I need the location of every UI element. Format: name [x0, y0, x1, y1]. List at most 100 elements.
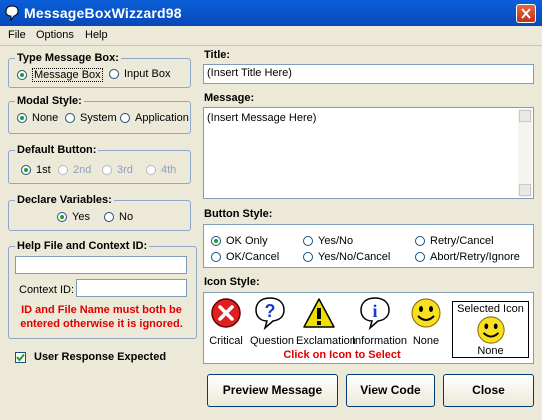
- context-id-input[interactable]: [76, 279, 187, 297]
- radio-label: 3rd: [117, 164, 133, 176]
- svg-text:i: i: [372, 301, 377, 321]
- title-input[interactable]: (Insert Title Here): [203, 64, 534, 84]
- radio-dot[interactable]: [65, 113, 75, 123]
- radio-dot[interactable]: [146, 165, 156, 175]
- icon-caption: None: [412, 335, 440, 347]
- radio-input-box[interactable]: Input Box: [109, 68, 170, 80]
- radio-btn-abort-retry-ignore[interactable]: Abort/Retry/Ignore: [415, 251, 520, 263]
- selected-icon-title: Selected Icon: [457, 303, 524, 315]
- radio-modal-none[interactable]: None: [17, 112, 58, 124]
- preview-message-button[interactable]: Preview Message: [207, 374, 338, 407]
- radio-label: OK/Cancel: [226, 251, 280, 263]
- icon-caption: Information: [352, 335, 408, 347]
- radio-btn-ok-cancel[interactable]: OK/Cancel: [211, 251, 279, 263]
- radio-default-4th[interactable]: 4th: [146, 164, 176, 176]
- svg-text:?: ?: [265, 301, 276, 321]
- default-button-legend: Default Button:: [15, 144, 99, 156]
- radio-dot[interactable]: [120, 113, 130, 123]
- scroll-up-button[interactable]: [519, 110, 531, 122]
- user-response-checkbox[interactable]: User Response Expected: [15, 351, 166, 363]
- radio-default-1st[interactable]: 1st: [21, 164, 51, 176]
- message-field-label: Message:: [204, 92, 255, 104]
- radio-label: Application: [135, 112, 189, 124]
- radio-modal-system[interactable]: System: [65, 112, 117, 124]
- radio-declare-yes[interactable]: Yes: [57, 211, 90, 223]
- help-file-input[interactable]: [15, 256, 187, 274]
- radio-default-2nd[interactable]: 2nd: [58, 164, 91, 176]
- icon-caption: Critical: [209, 335, 243, 347]
- menu-help[interactable]: Help: [85, 29, 108, 41]
- icon-option-exclamation[interactable]: Exclamation: [296, 296, 356, 348]
- radio-dot[interactable]: [211, 236, 221, 246]
- radio-dot[interactable]: [303, 252, 313, 262]
- icon-style-label: Icon Style:: [204, 276, 260, 288]
- radio-label: No: [119, 211, 134, 223]
- radio-dot[interactable]: [109, 69, 119, 79]
- information-icon: i: [360, 297, 390, 330]
- radio-dot[interactable]: [17, 113, 27, 123]
- exclamation-icon: [303, 298, 335, 328]
- radio-dot[interactable]: [415, 252, 425, 262]
- radio-label: 1st: [36, 164, 51, 176]
- critical-icon: [211, 298, 241, 328]
- menu-options[interactable]: Options: [36, 29, 74, 41]
- message-scrollbar[interactable]: [518, 109, 532, 197]
- radio-label: Message Box: [32, 68, 103, 82]
- radio-dot[interactable]: [211, 252, 221, 262]
- radio-declare-no[interactable]: No: [104, 211, 133, 223]
- selected-icon-caption: None: [477, 345, 504, 357]
- radio-label: OK Only: [226, 235, 268, 247]
- icon-option-question[interactable]: ? Question: [250, 296, 295, 348]
- radio-dot[interactable]: [102, 165, 112, 175]
- radio-btn-retry-cancel[interactable]: Retry/Cancel: [415, 235, 494, 247]
- smiley-icon: [411, 298, 441, 328]
- window-close-button[interactable]: [516, 4, 536, 23]
- radio-dot[interactable]: [21, 165, 31, 175]
- title-field-label: Title:: [204, 49, 231, 61]
- close-button[interactable]: Close: [443, 374, 534, 407]
- radio-dot[interactable]: [415, 236, 425, 246]
- radio-dot[interactable]: [58, 165, 68, 175]
- checkmark-icon: [16, 353, 25, 362]
- radio-label: System: [80, 112, 117, 124]
- message-text: (Insert Message Here): [207, 112, 317, 124]
- radio-label: Yes/No: [318, 235, 354, 247]
- window-title: MessageBoxWizzard98: [24, 5, 182, 21]
- user-response-label: User Response Expected: [34, 351, 167, 363]
- radio-default-3rd[interactable]: 3rd: [102, 164, 133, 176]
- menu-bar: File Options Help: [0, 26, 542, 46]
- radio-label: 2nd: [73, 164, 92, 176]
- title-bar[interactable]: MessageBoxWizzard98: [0, 0, 542, 26]
- icon-caption: Exclamation: [296, 335, 356, 347]
- checkbox-box[interactable]: [15, 351, 26, 363]
- icon-option-none[interactable]: None: [406, 296, 446, 348]
- radio-dot[interactable]: [303, 236, 313, 246]
- icon-option-information[interactable]: i Information: [352, 296, 408, 348]
- type-message-box-legend: Type Message Box:: [15, 52, 121, 64]
- menu-file[interactable]: File: [8, 29, 26, 41]
- radio-btn-ok-only[interactable]: OK Only: [211, 235, 268, 247]
- help-file-legend: Help File and Context ID:: [15, 240, 150, 252]
- radio-dot[interactable]: [104, 212, 114, 222]
- radio-btn-yes-no[interactable]: Yes/No: [303, 235, 353, 247]
- radio-btn-yes-no-cancel[interactable]: Yes/No/Cancel: [303, 251, 390, 263]
- radio-dot[interactable]: [17, 70, 27, 80]
- icon-option-critical[interactable]: Critical: [206, 296, 246, 348]
- selected-icon-box: Selected Icon None: [452, 301, 529, 358]
- radio-modal-application[interactable]: Application: [120, 112, 189, 124]
- modal-style-legend: Modal Style:: [15, 95, 84, 107]
- icon-hint-text: Click on Icon to Select: [283, 349, 401, 361]
- radio-label: Input Box: [124, 68, 171, 80]
- message-textarea[interactable]: (Insert Message Here): [203, 107, 534, 199]
- help-warning-text: ID and File Name must both be entered ot…: [20, 304, 183, 330]
- radio-label: None: [32, 112, 59, 124]
- icon-caption: Question: [250, 335, 295, 347]
- radio-label: Yes/No/Cancel: [318, 251, 391, 263]
- radio-label: 4th: [161, 164, 177, 176]
- radio-dot[interactable]: [57, 212, 67, 222]
- scroll-down-button[interactable]: [519, 184, 531, 196]
- radio-message-box[interactable]: Message Box: [17, 68, 103, 82]
- view-code-button[interactable]: View Code: [346, 374, 435, 407]
- app-icon: [5, 5, 19, 21]
- context-id-label: Context ID:: [19, 284, 75, 296]
